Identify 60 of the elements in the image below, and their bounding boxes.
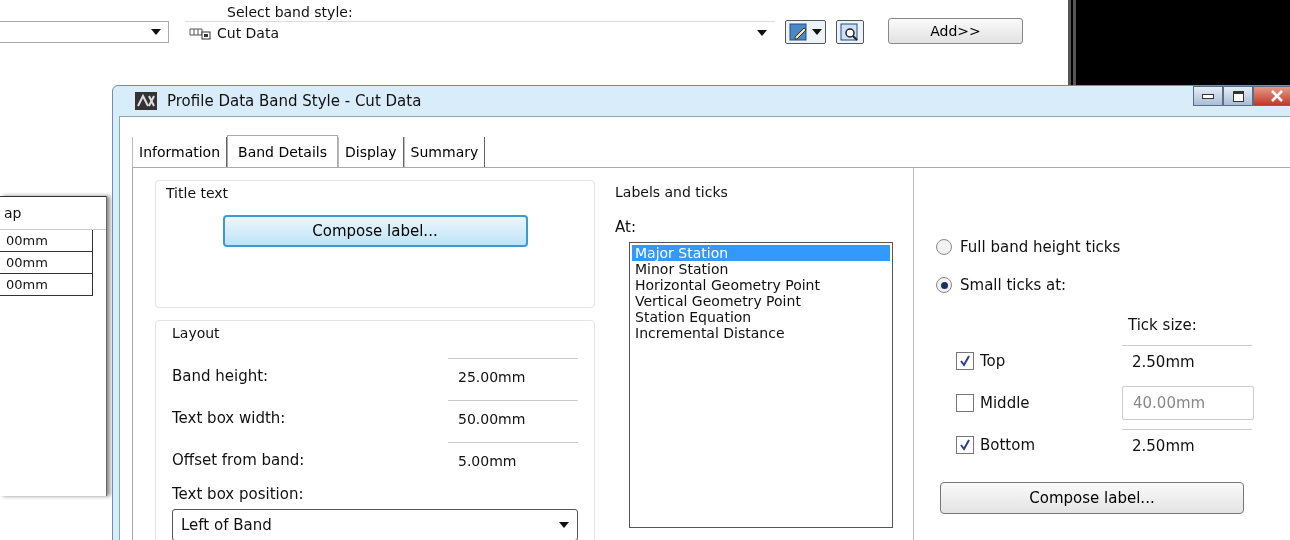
compose-label-button[interactable]: Compose label... bbox=[222, 215, 528, 247]
caret-icon bbox=[151, 29, 161, 35]
field-label: Text box position: bbox=[172, 485, 305, 503]
edit-style-button[interactable] bbox=[785, 20, 826, 44]
input-field[interactable]: 25.00mm bbox=[448, 357, 578, 395]
group-heading: Title text bbox=[166, 185, 229, 201]
radio-button[interactable] bbox=[936, 239, 952, 255]
input-field[interactable]: 40.00mm bbox=[1122, 386, 1254, 420]
list-item[interactable]: Minor Station bbox=[632, 261, 890, 277]
caret-icon bbox=[812, 29, 822, 35]
checkbox-label: Bottom bbox=[980, 436, 1037, 454]
table-header: ap bbox=[0, 196, 106, 230]
app-icon bbox=[135, 92, 157, 110]
tab[interactable]: Display bbox=[338, 137, 404, 167]
list-item[interactable]: Horizontal Geometry Point bbox=[632, 277, 890, 293]
maximize-button[interactable] bbox=[1223, 86, 1253, 106]
add-button[interactable]: Add>> bbox=[888, 18, 1023, 44]
list-item[interactable]: Vertical Geometry Point bbox=[632, 293, 890, 309]
checkbox-label: Top bbox=[980, 352, 1007, 370]
input-field[interactable]: 2.50mm bbox=[1122, 344, 1252, 378]
input-field[interactable]: 5.00mm bbox=[448, 441, 578, 479]
group-heading: Layout bbox=[172, 325, 221, 341]
caret-icon bbox=[757, 30, 767, 36]
position-dropdown[interactable]: Left of Band bbox=[172, 509, 578, 540]
radio-label: Small ticks at: bbox=[960, 276, 1067, 294]
compose-label-button[interactable]: Compose label... bbox=[940, 482, 1244, 514]
band-style-label: Select band style: bbox=[226, 3, 354, 21]
dropdown-field[interactable] bbox=[0, 21, 169, 43]
close-icon bbox=[1271, 90, 1283, 102]
field-label: Text box width: bbox=[172, 409, 286, 427]
input-field[interactable]: 2.50mm bbox=[1122, 428, 1252, 462]
table-cell: 00mm bbox=[0, 230, 93, 252]
tab[interactable]: Band Details bbox=[227, 135, 338, 167]
list-item[interactable]: Station Equation bbox=[632, 309, 890, 325]
column-label: Tick size: bbox=[1128, 316, 1198, 334]
band-style-dropdown[interactable]: Cut Data bbox=[185, 21, 775, 44]
preview-button[interactable] bbox=[836, 20, 864, 44]
radio-label: Full band height ticks bbox=[960, 238, 1121, 256]
table-cell: 00mm bbox=[0, 274, 93, 296]
radio-button[interactable] bbox=[936, 277, 952, 293]
edit-icon bbox=[789, 23, 809, 41]
caret-icon bbox=[559, 522, 569, 528]
checkbox[interactable] bbox=[956, 436, 974, 454]
field-label: Band height: bbox=[172, 367, 269, 385]
list-item[interactable]: Incremental Distance bbox=[632, 325, 890, 341]
checkbox[interactable] bbox=[956, 394, 974, 412]
input-field[interactable]: 50.00mm bbox=[448, 399, 578, 437]
tab[interactable]: Summary bbox=[403, 137, 486, 167]
table-cell: 00mm bbox=[0, 252, 93, 274]
window-title: Profile Data Band Style - Cut Data bbox=[167, 92, 422, 110]
checkbox-label: Middle bbox=[980, 394, 1031, 412]
minimize-button[interactable] bbox=[1193, 86, 1223, 106]
band-icon bbox=[189, 26, 211, 40]
group-heading: Labels and ticks bbox=[615, 184, 729, 200]
field-label: Offset from band: bbox=[172, 451, 305, 469]
magnifier-icon bbox=[840, 23, 860, 41]
close-button[interactable] bbox=[1253, 86, 1290, 106]
tab[interactable]: Information bbox=[132, 137, 228, 167]
checkbox[interactable] bbox=[956, 352, 974, 370]
list-label: At: bbox=[615, 218, 637, 236]
